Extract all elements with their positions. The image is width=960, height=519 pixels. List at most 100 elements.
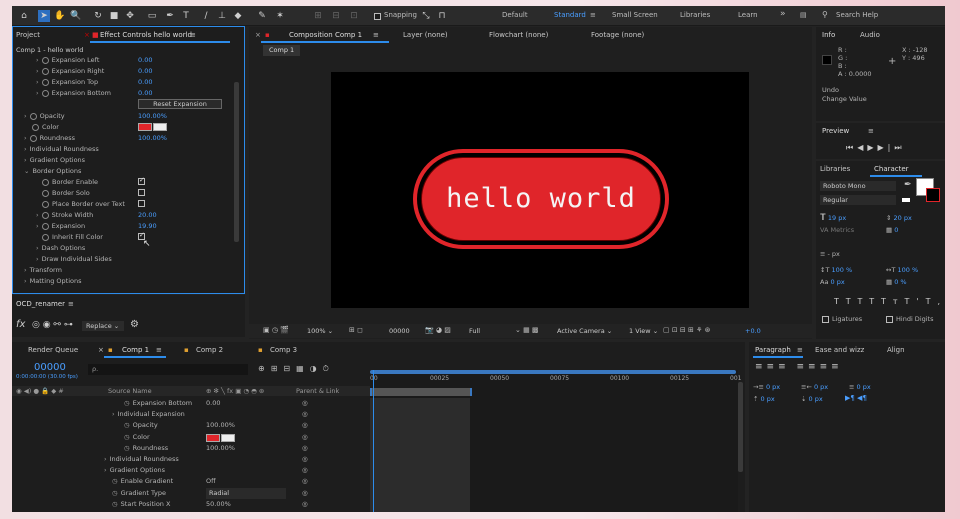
timeline-switch-icons[interactable]: ⊕⊞⊟▦◑⏱ — [258, 364, 335, 374]
timeline-property-row[interactable]: ◷ Start Position X — [112, 499, 170, 510]
pickwhip-icon[interactable]: ◎ — [302, 432, 308, 443]
group-gradient-options[interactable]: › Gradient Options — [24, 155, 85, 165]
rectangle-tool-icon[interactable]: ▭ — [146, 10, 158, 22]
pen-tool-icon[interactable]: ✒ — [164, 10, 176, 22]
timeline-property-row[interactable]: ◷ Gradient Type — [112, 488, 166, 499]
comp-timecode[interactable]: 00000 — [389, 327, 410, 335]
pickwhip-icon[interactable]: ◎ — [302, 476, 308, 487]
group-draw-individual[interactable]: › Draw Individual Sides — [36, 254, 112, 264]
hindi-digits-checkbox[interactable] — [886, 316, 893, 323]
workspace-small-screen[interactable]: Small Screen — [612, 11, 658, 19]
timeline-property-value[interactable]: Off — [206, 476, 216, 487]
camera-dropdown[interactable]: Active Camera ⌄ — [557, 327, 612, 335]
sync-icon[interactable]: ▤ — [800, 11, 807, 19]
pickwhip-icon[interactable]: ◎ — [302, 443, 308, 454]
close-tab-icon[interactable]: × — [84, 28, 90, 42]
reset-expansion-button[interactable]: Reset Expansion — [138, 99, 222, 109]
pickwhip-icon[interactable]: ◎ — [302, 488, 308, 499]
workspace-learn[interactable]: Learn — [738, 11, 758, 19]
more-workspaces-icon[interactable]: » — [780, 9, 786, 19]
tab-libraries[interactable]: Libraries — [820, 162, 850, 176]
timeline-property-row[interactable]: ◷ Opacity — [124, 420, 158, 431]
text-style-buttons[interactable]: TTTTTтT'T, — [834, 297, 945, 307]
gear-icon[interactable]: ⚙ — [130, 319, 139, 330]
group-individual-roundness[interactable]: › Individual Roundness — [24, 144, 99, 154]
workspace-standard[interactable]: Standard — [554, 11, 586, 19]
switches-icons[interactable]: ⊕ ✻ ╲ fx ▣ ◔ ◓ ⊛ — [206, 387, 264, 395]
group-transform[interactable]: › Transform — [24, 265, 62, 275]
renamer-tool-icons[interactable]: ◎ ◉ ⚯ ⊶ — [32, 320, 73, 330]
pickwhip-icon[interactable]: ◎ — [302, 499, 308, 510]
pickwhip-icon[interactable]: ◎ — [302, 398, 308, 409]
expand-icon[interactable]: ◷ — [112, 477, 118, 485]
prop-color[interactable]: Color — [32, 122, 59, 132]
group-dash-options[interactable]: › Dash Options — [36, 243, 85, 253]
fx-icon[interactable]: fx — [16, 319, 25, 330]
timeline-property-row[interactable]: › Individual Roundness — [104, 454, 179, 465]
close-comp-icon[interactable]: × — [255, 28, 261, 42]
timeline-property-value[interactable]: Radial — [206, 487, 286, 499]
alignment-buttons[interactable]: ≡≡≡ ≡≡≡≡ — [755, 362, 843, 372]
timeline-property-row[interactable]: ◷ Roundness — [124, 443, 168, 454]
tab-render-queue[interactable]: Render Queue — [28, 343, 78, 357]
stroke-width-field[interactable]: ≡ - px — [820, 249, 840, 259]
border-enable-checkbox[interactable] — [138, 176, 145, 185]
snapping-checkbox[interactable] — [374, 13, 381, 20]
rotate-tool-icon[interactable]: ↻ — [92, 10, 104, 22]
expand-icon[interactable]: ◷ — [112, 500, 118, 508]
expand-icon[interactable]: ◷ — [124, 399, 130, 407]
stroke-color-swatch[interactable] — [926, 188, 940, 202]
type-tool-icon[interactable]: T — [180, 10, 192, 22]
tab-footage[interactable]: Footage (none) — [591, 28, 644, 42]
prop-opacity[interactable]: › Opacity — [24, 111, 65, 121]
horizontal-scale-field[interactable]: ↔T 100 % — [886, 265, 918, 275]
timeline-property-row[interactable]: ◷Start Position Y — [112, 510, 170, 512]
home-icon[interactable]: ⌂ — [18, 10, 30, 22]
group-border-options[interactable]: ⌄ Border Options — [24, 166, 81, 176]
timeline-property-row[interactable]: ◷ Enable Gradient — [112, 476, 173, 487]
snap-icon[interactable]: ⤡ — [420, 10, 432, 22]
zoom-tool-icon[interactable]: 🔍 — [70, 10, 82, 22]
view-options-icons[interactable]: ▢ ⊡ ⊟ ⊞ ⚘ ⊛ — [663, 326, 710, 334]
exposure-value[interactable]: +0.0 — [745, 327, 761, 335]
ligatures-checkbox[interactable] — [822, 316, 829, 323]
snap-options-icon[interactable]: ⊓ — [436, 10, 448, 22]
close-timeline-tab-icon[interactable]: × — [98, 343, 104, 357]
pickwhip-icon[interactable]: ◎ — [302, 420, 308, 431]
timeline-property-value[interactable]: 100.00% — [206, 443, 235, 454]
font-size-field[interactable]: 𝐓 19 px — [820, 213, 846, 223]
tab-flowchart[interactable]: Flowchart (none) — [489, 28, 548, 42]
quality-dropdown[interactable]: Full — [469, 327, 480, 335]
prop-expansion-top-value[interactable]: 0.00 — [138, 77, 152, 87]
comp-view-icons[interactable]: ▣ ◷ 🎬 — [263, 326, 289, 334]
prop-expansion-left[interactable]: › Expansion Left — [36, 55, 99, 65]
tab-align[interactable]: Align — [887, 343, 905, 357]
search-help-input[interactable]: Search Help — [836, 11, 878, 19]
font-family-dropdown[interactable]: Roboto Mono — [820, 181, 896, 191]
expand-icon[interactable]: › — [104, 455, 107, 463]
brush-tool-icon[interactable]: ∕ — [200, 10, 212, 22]
timeline-scrollbar[interactable] — [738, 382, 743, 472]
col-source-name[interactable]: Source Name — [108, 387, 152, 395]
timeline-property-row[interactable]: ◷ Color — [124, 432, 150, 443]
comp-menu-icon[interactable]: ≡ — [373, 28, 379, 42]
tab-effect-controls[interactable]: Effect Controls hello world — [100, 28, 192, 42]
playhead[interactable] — [373, 370, 374, 512]
eyedropper-char-icon[interactable]: ✒ — [904, 180, 912, 190]
pickwhip-icon[interactable]: ◎ — [302, 510, 308, 512]
clone-stamp-icon[interactable]: ⊥ — [216, 10, 228, 22]
timeline-property-value[interactable]: 100.00% — [206, 420, 235, 431]
timeline-search-input[interactable]: ρ. — [88, 364, 248, 375]
space-after-field[interactable]: ⇣ 0 px — [801, 394, 823, 404]
prop-expansion-right[interactable]: › Expansion Right — [36, 66, 104, 76]
renamer-menu-icon[interactable]: ≡ — [68, 297, 74, 311]
selection-tool-icon[interactable]: ➤ — [38, 10, 50, 22]
indent-right-field[interactable]: ≡← 0 px — [801, 382, 828, 392]
tab-character[interactable]: Character — [874, 162, 909, 176]
prop-roundness-value[interactable]: 100.00% — [138, 133, 167, 143]
prop-stroke-width-value[interactable]: 20.00 — [138, 210, 157, 220]
zoom-dropdown[interactable]: 100% ⌄ — [307, 327, 333, 335]
timeline-eyedropper-icon[interactable] — [221, 433, 235, 442]
tab-layer[interactable]: Layer (none) — [403, 28, 448, 42]
snapshot-icons[interactable]: 📷 ◕ ▨ — [425, 326, 451, 334]
